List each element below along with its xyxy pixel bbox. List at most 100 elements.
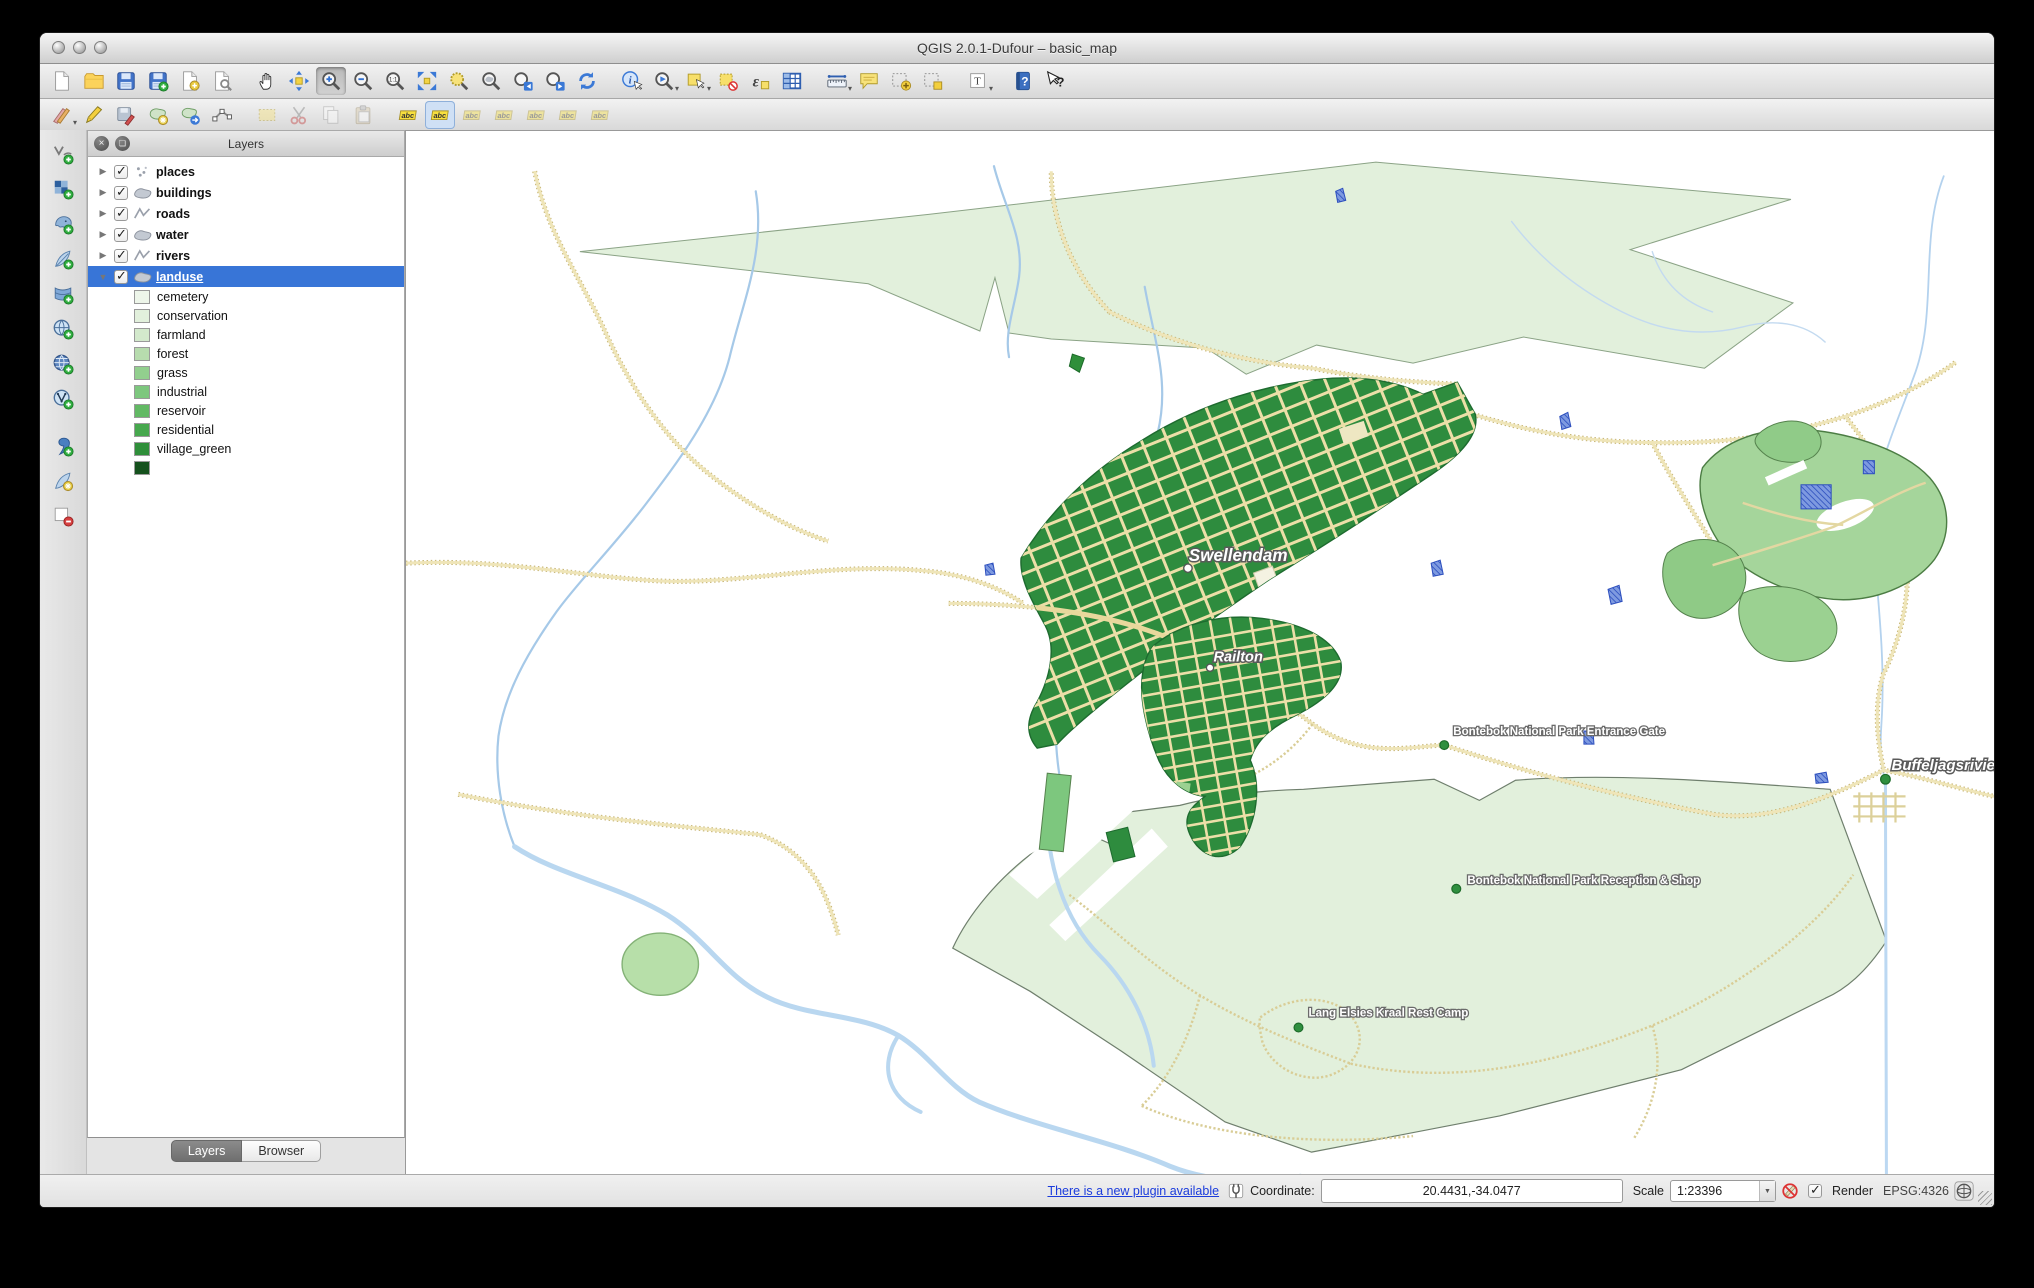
pin-unpin-labels-button[interactable]: ▾ [425,101,455,129]
legend-item-cemetery[interactable]: cemetery [134,287,404,306]
new-print-composer-button[interactable]: ▾ [175,67,205,95]
expand-arrow-icon[interactable]: ▶ [96,187,110,198]
whats-this-button[interactable]: ▾ [1040,67,1070,95]
new-bookmark-button[interactable]: ▾ [886,67,916,95]
render-checkbox[interactable] [1808,1184,1822,1198]
expand-arrow-icon[interactable]: ▶ [96,250,110,261]
zoom-full-button[interactable]: ▾ [412,67,442,95]
select-features-button[interactable]: ▾ [681,67,711,95]
tab-layers[interactable]: Layers [171,1140,243,1162]
legend-item-9[interactable] [134,458,404,477]
open-project-button[interactable]: ▾ [79,67,109,95]
move-feature-button[interactable]: ▾ [175,101,205,129]
pan-to-selection-button[interactable]: ▾ [284,67,314,95]
current-edits-button[interactable]: ▾ [47,101,77,129]
add-postgis-layer-button[interactable]: ▾ [46,208,80,240]
text-annotation-button[interactable]: ▾ [963,67,993,95]
new-spatialite-layer-button[interactable]: ▾ [46,465,80,497]
expand-arrow-icon[interactable]: ▶ [96,208,110,219]
legend-item-grass[interactable]: grass [134,363,404,382]
layer-item-water[interactable]: ▶ water [88,224,404,245]
layer-visibility-checkbox[interactable] [114,270,128,284]
zoom-native-button[interactable]: ▾ [380,67,410,95]
legend-item-village_green[interactable]: village_green [134,439,404,458]
save-project-as-button[interactable]: ▾ [143,67,173,95]
run-feature-action-button[interactable]: ▾ [649,67,679,95]
add-wcs-layer-button[interactable]: ▾ [46,348,80,380]
highlight-pinned-labels-button[interactable]: ▾ [457,101,487,129]
layer-item-landuse[interactable]: ▼ landuse [88,266,404,287]
delete-selected-button[interactable]: ▾ [252,101,282,129]
legend-item-conservation[interactable]: conservation [134,306,404,325]
legend-item-industrial[interactable]: industrial [134,382,404,401]
layer-visibility-checkbox[interactable] [114,207,128,221]
node-tool-button[interactable]: ▾ [207,101,237,129]
layer-visibility-checkbox[interactable] [114,186,128,200]
deselect-features-button[interactable]: ▾ [713,67,743,95]
scale-combo[interactable]: 1:23396 ▼ [1670,1180,1776,1202]
labeling-button[interactable]: ▾ [393,101,423,129]
save-layer-edits-button[interactable]: ▾ [111,101,141,129]
zoom-last-button[interactable]: ▾ [508,67,538,95]
pan-map-button[interactable]: ▾ [252,67,282,95]
add-feature-button[interactable]: ▾ [143,101,173,129]
expand-arrow-icon[interactable]: ▶ [96,166,110,177]
rotate-label-button[interactable]: ▾ [553,101,583,129]
new-plugin-link[interactable]: There is a new plugin available [1047,1184,1219,1198]
zoom-window-button[interactable] [94,41,107,54]
layer-item-rivers[interactable]: ▶ rivers [88,245,404,266]
legend-item-forest[interactable]: forest [134,344,404,363]
minimize-window-button[interactable] [73,41,86,54]
close-panel-button[interactable] [94,136,109,151]
new-project-button[interactable]: ▾ [47,67,77,95]
map-tips-button[interactable]: ▾ [854,67,884,95]
layer-visibility-checkbox[interactable] [114,249,128,263]
expand-arrow-icon[interactable]: ▼ [96,272,110,282]
tab-browser[interactable]: Browser [242,1140,321,1162]
resize-grip[interactable] [1978,1191,1992,1205]
layer-item-buildings[interactable]: ▶ buildings [88,182,404,203]
copy-features-button[interactable]: ▾ [316,101,346,129]
show-bookmarks-button[interactable]: ▾ [918,67,948,95]
layer-visibility-checkbox[interactable] [114,228,128,242]
zoom-to-layer-button[interactable]: ▾ [476,67,506,95]
title-bar[interactable]: QGIS 2.0.1-Dufour – basic_map [40,33,1994,64]
measure-button[interactable]: ▾ [822,67,852,95]
add-vector-layer-button[interactable]: ▾ [46,138,80,170]
coordinate-input[interactable] [1321,1179,1623,1203]
identify-features-button[interactable]: ▾ [617,67,647,95]
zoom-to-selection-button[interactable]: ▾ [444,67,474,95]
layer-item-roads[interactable]: ▶ roads [88,203,404,224]
add-wms-layer-button[interactable]: ▾ [46,313,80,345]
crs-status-button[interactable] [1954,1181,1974,1201]
float-panel-button[interactable] [115,136,130,151]
add-mssql-layer-button[interactable]: ▾ [46,278,80,310]
show-hide-labels-button[interactable]: ▾ [489,101,519,129]
open-attribute-table-button[interactable]: ▾ [777,67,807,95]
help-button[interactable]: ▾ [1008,67,1038,95]
zoom-in-button[interactable]: ▾ [316,67,346,95]
layer-item-places[interactable]: ▶ places [88,161,404,182]
composer-manager-button[interactable]: ▾ [207,67,237,95]
select-by-expression-button[interactable]: ▾ [745,67,775,95]
render-toggle[interactable]: Render [1804,1184,1873,1198]
zoom-out-button[interactable]: ▾ [348,67,378,95]
close-window-button[interactable] [52,41,65,54]
plugin-icon[interactable] [1227,1182,1245,1200]
legend-item-residential[interactable]: residential [134,420,404,439]
remove-layer-button[interactable]: ▾ [46,500,80,532]
paste-features-button[interactable]: ▾ [348,101,378,129]
toggle-editing-button[interactable]: ▾ [79,101,109,129]
map-canvas[interactable]: Swellendam Railton Bontebok National Par… [405,130,1994,1174]
expand-arrow-icon[interactable]: ▶ [96,229,110,240]
move-label-button[interactable]: ▾ [521,101,551,129]
change-label-button[interactable]: ▾ [585,101,615,129]
layers-panel-header[interactable]: Layers [87,130,405,156]
add-raster-layer-button[interactable]: ▾ [46,173,80,205]
save-project-button[interactable]: ▾ [111,67,141,95]
refresh-button[interactable]: ▾ [572,67,602,95]
stop-render-icon[interactable] [1781,1182,1799,1200]
add-spatialite-layer-button[interactable]: ▾ [46,243,80,275]
cut-features-button[interactable]: ▾ [284,101,314,129]
add-wfs-layer-button[interactable]: ▾ [46,383,80,415]
